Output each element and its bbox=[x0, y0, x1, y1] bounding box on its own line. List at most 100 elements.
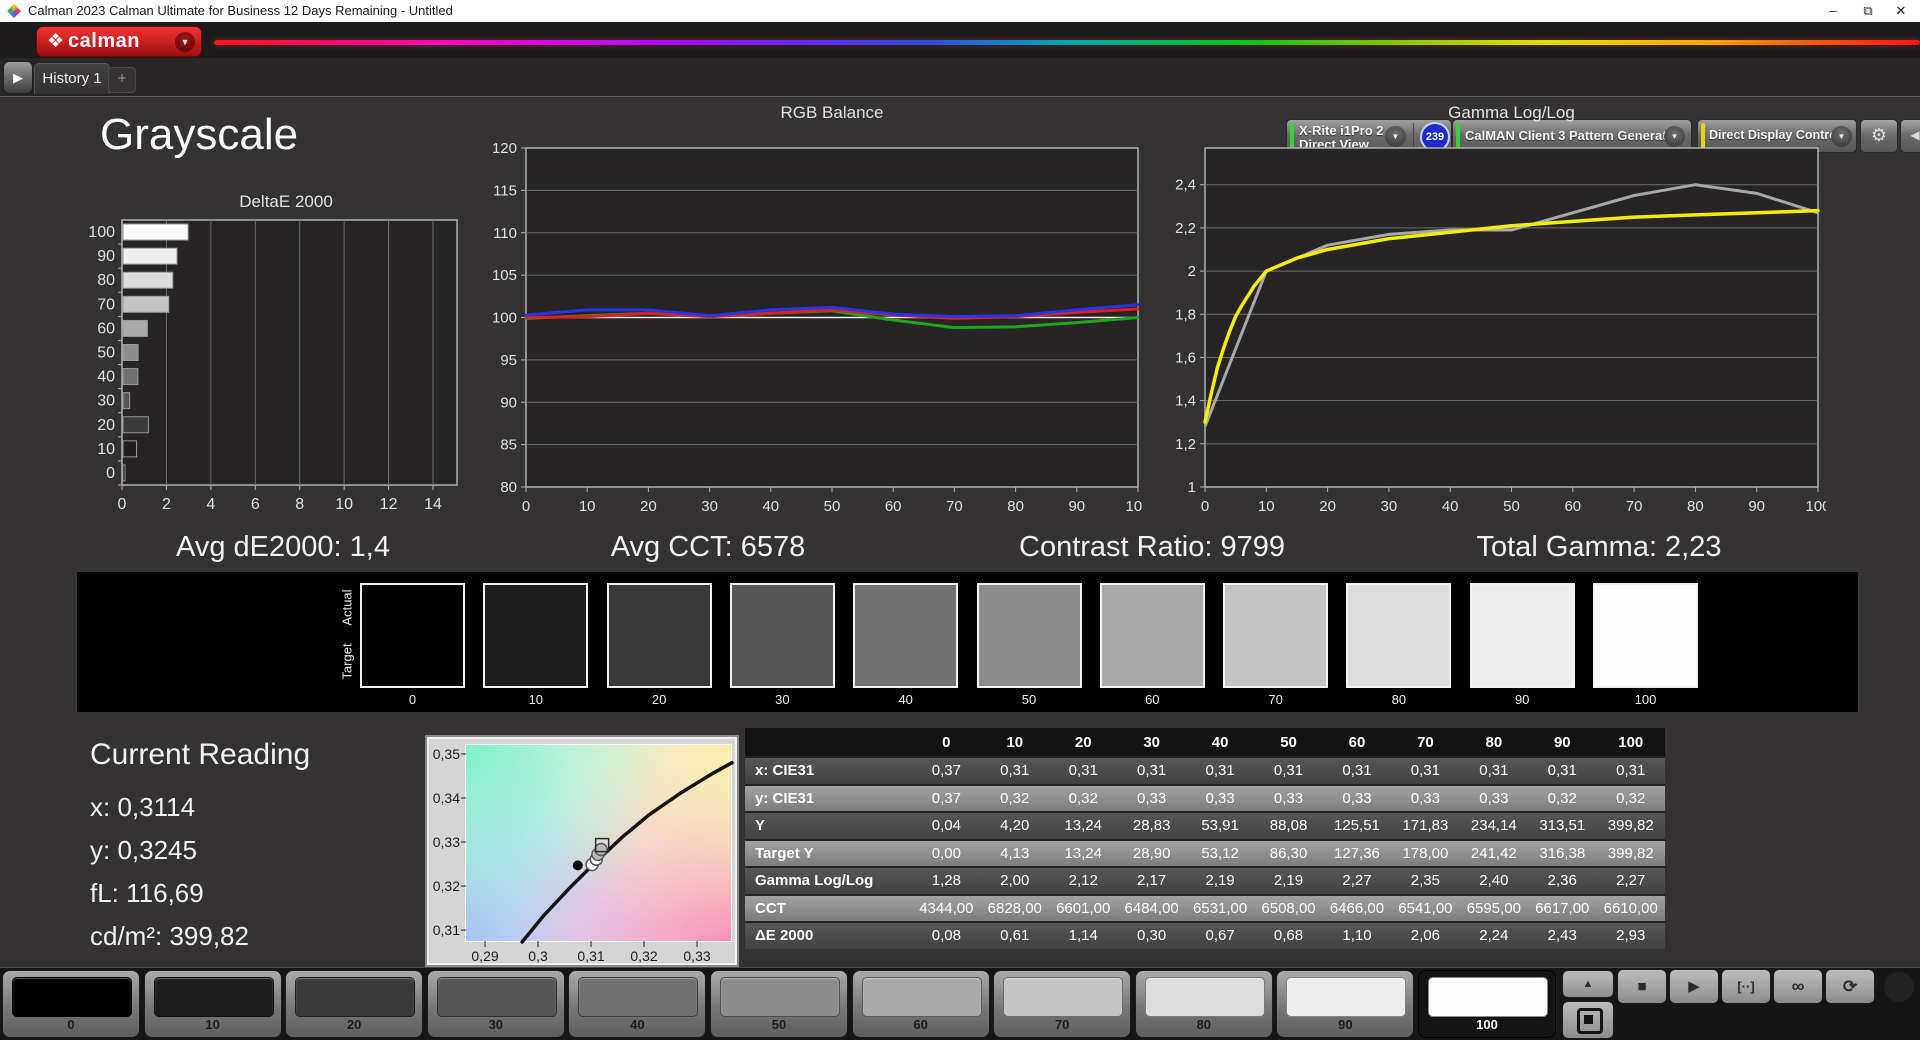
pattern-button-20[interactable]: 20 bbox=[285, 970, 424, 1038]
pattern-color-patch bbox=[1003, 977, 1124, 1017]
stat-avg-cct: Avg CCT: 6578 bbox=[610, 531, 806, 563]
svg-text:1,4: 1,4 bbox=[1175, 393, 1196, 410]
pattern-button-100[interactable]: 100 bbox=[1418, 970, 1556, 1038]
svg-text:1,8: 1,8 bbox=[1175, 306, 1196, 323]
svg-text:0: 0 bbox=[1201, 498, 1209, 515]
pattern-button-90[interactable]: 90 bbox=[1276, 970, 1415, 1038]
pattern-button-30[interactable]: 30 bbox=[426, 970, 565, 1038]
svg-text:20: 20 bbox=[640, 498, 657, 515]
grayscale-swatch-30 bbox=[729, 583, 835, 688]
table-cell: 127,36 bbox=[1322, 838, 1392, 867]
app-header: ❖ calman ▼ bbox=[0, 22, 1920, 58]
restore-button[interactable]: ⧉ bbox=[1851, 0, 1885, 22]
table-cell: 4,20 bbox=[980, 811, 1049, 840]
svg-text:10: 10 bbox=[579, 498, 596, 515]
pattern-button-70[interactable]: 70 bbox=[993, 970, 1132, 1038]
table-row: Y 0,04 4,20 13,24 28,83 53,91 88,08 125,51 171,8… bbox=[745, 811, 1665, 840]
table-cell: 0,61 bbox=[980, 921, 1049, 949]
table-row: Gamma Log/Log 1,28 2,00 2,12 2,17 2,19 2,19 2,2… bbox=[745, 866, 1665, 895]
svg-text:80: 80 bbox=[500, 479, 517, 496]
table-cell: 234,14 bbox=[1459, 811, 1529, 840]
range-button[interactable]: [··] bbox=[1721, 969, 1771, 1004]
table-cell: 2,43 bbox=[1528, 921, 1597, 949]
settings-gear-icon[interactable]: ⚙ bbox=[1860, 119, 1898, 153]
tab-scroll-button[interactable]: ▶ bbox=[3, 61, 33, 94]
grayscale-swatch-70 bbox=[1223, 583, 1329, 688]
deltae-bar-70 bbox=[122, 295, 170, 313]
table-header: 60 bbox=[1322, 728, 1392, 757]
svg-text:50: 50 bbox=[1503, 498, 1520, 515]
loop-button[interactable]: ⟳ bbox=[1825, 969, 1875, 1004]
svg-text:0: 0 bbox=[522, 498, 530, 515]
pattern-button-80[interactable]: 80 bbox=[1134, 970, 1273, 1038]
table-cell: 313,51 bbox=[1528, 811, 1597, 840]
reading-fl: fL: 116,69 bbox=[90, 878, 204, 908]
pattern-button-0[interactable]: 0 bbox=[2, 970, 140, 1038]
svg-text:4: 4 bbox=[206, 496, 215, 512]
pattern-button-50[interactable]: 50 bbox=[710, 970, 848, 1038]
tab-history-1[interactable]: History 1 bbox=[34, 63, 110, 94]
chevron-down-icon[interactable]: ▼ bbox=[175, 31, 195, 52]
play-button[interactable]: ▶ bbox=[1669, 969, 1719, 1004]
panel-up-button[interactable]: ▲ bbox=[1562, 970, 1614, 998]
svg-text:70: 70 bbox=[1626, 498, 1643, 515]
table-cell: 399,82 bbox=[1596, 811, 1665, 840]
row-label: CCT bbox=[745, 893, 913, 922]
table-cell: 2,19 bbox=[1254, 866, 1323, 895]
deltae-bar-0 bbox=[122, 464, 126, 482]
table-cell: 86,30 bbox=[1254, 838, 1323, 867]
close-button[interactable]: ✕ bbox=[1884, 0, 1918, 22]
window-icon bbox=[1577, 1008, 1603, 1034]
svg-text:100: 100 bbox=[1805, 498, 1826, 515]
table-cell: 0,31 bbox=[1596, 756, 1665, 785]
table-cell: 6601,00 bbox=[1049, 893, 1118, 922]
table-cell: 6531,00 bbox=[1185, 893, 1255, 922]
record-indicator bbox=[1884, 972, 1914, 1002]
pattern-button-10[interactable]: 10 bbox=[143, 970, 282, 1038]
pattern-button-label: 90 bbox=[1338, 1017, 1353, 1032]
calman-menu-button[interactable]: ❖ calman ▼ bbox=[36, 26, 202, 57]
row-label: Target Y bbox=[745, 838, 913, 867]
svg-text:100: 100 bbox=[492, 310, 517, 327]
table-cell: 6484,00 bbox=[1117, 893, 1186, 922]
svg-text:14: 14 bbox=[424, 496, 442, 512]
grayscale-swatch-label: 10 bbox=[528, 692, 544, 707]
page-title: Grayscale bbox=[100, 110, 299, 159]
table-cell: 0,30 bbox=[1117, 921, 1186, 949]
pattern-button-40[interactable]: 40 bbox=[568, 970, 707, 1038]
svg-text:RGB Balance: RGB Balance bbox=[781, 103, 884, 122]
pattern-button-label: 60 bbox=[913, 1017, 928, 1032]
table-cell: 0,37 bbox=[912, 756, 981, 785]
deltae-bar-100 bbox=[122, 223, 189, 241]
title-bar: Calman 2023 Calman Ultimate for Business… bbox=[0, 0, 1920, 23]
svg-text:0,35: 0,35 bbox=[433, 746, 460, 762]
table-cell: 4344,00 bbox=[912, 893, 981, 922]
pattern-button-label: 20 bbox=[346, 1017, 362, 1032]
window-pattern-button[interactable] bbox=[1562, 1001, 1614, 1039]
table-header: 100 bbox=[1596, 728, 1665, 757]
row-label: x: CIE31 bbox=[745, 756, 913, 785]
minimize-button[interactable]: – bbox=[1816, 0, 1850, 22]
svg-text:115: 115 bbox=[493, 182, 517, 199]
svg-text:2: 2 bbox=[1188, 263, 1196, 280]
svg-text:1: 1 bbox=[1188, 479, 1196, 496]
pattern-button-label: 50 bbox=[771, 1017, 787, 1032]
pattern-button-60[interactable]: 60 bbox=[851, 970, 990, 1038]
pattern-button-label: 30 bbox=[488, 1017, 504, 1032]
grayscale-swatch-label: 60 bbox=[1145, 692, 1160, 707]
stop-button[interactable]: ■ bbox=[1617, 969, 1667, 1004]
svg-text:110: 110 bbox=[493, 225, 517, 242]
add-tab-button[interactable]: + bbox=[108, 67, 136, 93]
calman-logo-text: calman bbox=[68, 30, 140, 52]
collapse-panel-icon[interactable]: ◀ bbox=[1900, 119, 1920, 153]
svg-text:1,6: 1,6 bbox=[1175, 349, 1196, 366]
table-header: 30 bbox=[1117, 728, 1186, 757]
svg-text:40: 40 bbox=[1442, 498, 1459, 515]
table-cell: 0,31 bbox=[1391, 756, 1460, 785]
chevron-down-icon[interactable]: ▼ bbox=[1831, 126, 1852, 147]
table-cell: 6595,00 bbox=[1459, 893, 1529, 922]
svg-text:1,2: 1,2 bbox=[1175, 436, 1196, 453]
svg-text:20: 20 bbox=[97, 417, 115, 434]
table-cell: 2,35 bbox=[1391, 866, 1460, 895]
continuous-button[interactable]: ∞ bbox=[1773, 969, 1823, 1004]
